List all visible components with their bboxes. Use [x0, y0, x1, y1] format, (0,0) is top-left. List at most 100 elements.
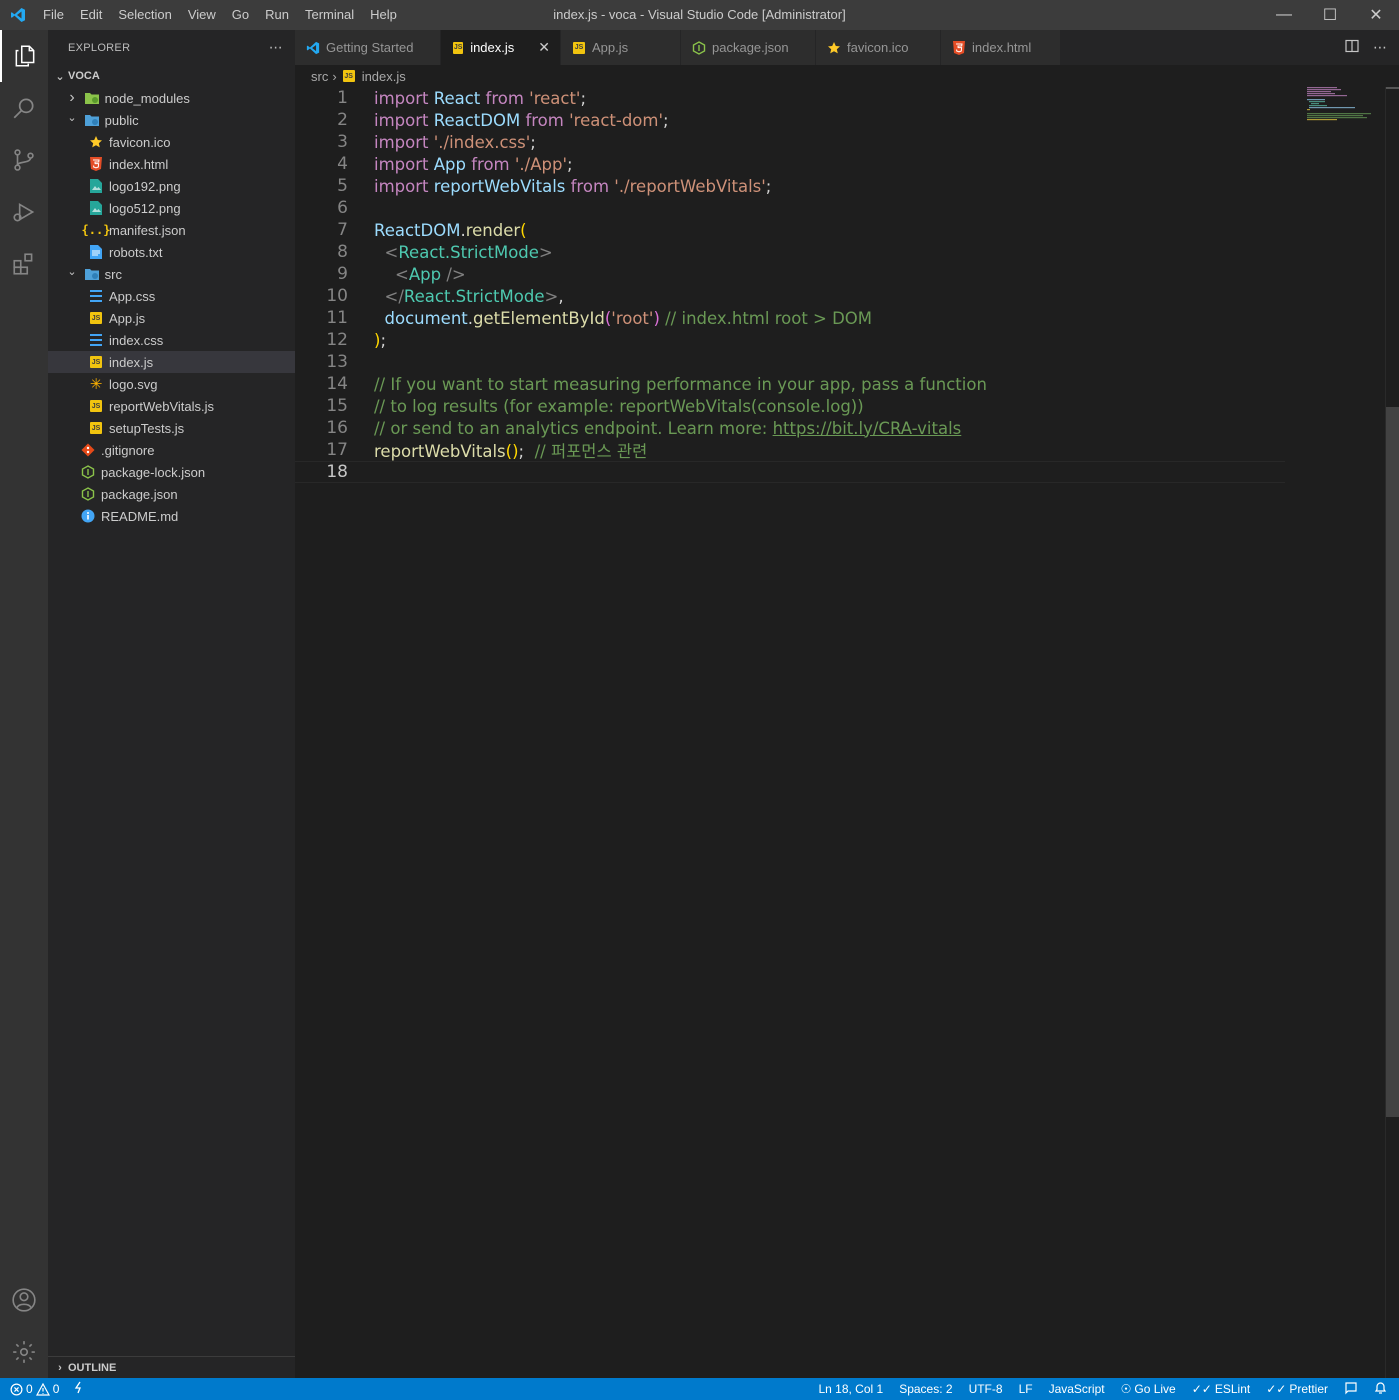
menu-item-edit[interactable]: Edit — [72, 0, 110, 30]
tree-folder[interactable]: › node_modules — [48, 87, 295, 109]
menu-item-view[interactable]: View — [180, 0, 224, 30]
tree-file[interactable]: JS reportWebVitals.js — [48, 395, 295, 417]
code-text: import './index.css'; — [348, 133, 536, 152]
tab-favicon-ico[interactable]: favicon.ico — [816, 30, 941, 65]
code-token: from — [525, 110, 564, 130]
eslint-status[interactable]: ✓✓ ESLint — [1192, 1382, 1250, 1396]
css-file-icon — [88, 288, 104, 304]
vertical-scrollbar[interactable] — [1385, 87, 1399, 1378]
text-file-icon — [88, 244, 104, 260]
code-token: import — [374, 176, 429, 196]
split-editor-icon[interactable] — [1345, 39, 1359, 56]
code-token: './App' — [514, 154, 568, 174]
tree-file[interactable]: JS index.js — [48, 351, 295, 373]
breadcrumb-file[interactable]: index.js — [362, 69, 406, 84]
tree-item-label: index.css — [109, 332, 164, 348]
outline-section[interactable]: › OUTLINE — [48, 1356, 295, 1378]
code-token: ; — [765, 176, 772, 196]
cursor-position[interactable]: Ln 18, Col 1 — [818, 1382, 883, 1396]
code-line: 18 — [295, 461, 1285, 483]
code-text: // to log results (for example: reportWe… — [348, 397, 864, 416]
more-actions-icon[interactable]: ⋯ — [269, 39, 283, 56]
explorer-icon[interactable] — [0, 30, 48, 82]
tree-file[interactable]: App.css — [48, 285, 295, 307]
code-line: 5 import reportWebVitals from './reportWe… — [295, 175, 1285, 197]
warning-count: 0 — [52, 1382, 60, 1396]
double-check-icon: ✓✓ — [1266, 1382, 1287, 1396]
language-mode[interactable]: JavaScript — [1049, 1382, 1105, 1396]
account-icon[interactable] — [0, 1274, 48, 1326]
tree-file[interactable]: ✳ logo.svg — [48, 373, 295, 395]
encoding[interactable]: UTF-8 — [969, 1382, 1003, 1396]
menu-item-help[interactable]: Help — [362, 0, 405, 30]
tree-file[interactable]: README.md — [48, 505, 295, 527]
tab-label: package.json — [712, 40, 789, 55]
code-token: React.StrictMode — [398, 242, 539, 262]
code-token: , — [558, 286, 564, 306]
tree-file[interactable]: package-lock.json — [48, 461, 295, 483]
tree-file[interactable]: {..} manifest.json — [48, 219, 295, 241]
line-number: 17 — [326, 440, 348, 460]
editor-more-icon[interactable]: ⋯ — [1373, 39, 1387, 56]
tree-file[interactable]: index.css — [48, 329, 295, 351]
run-debug-icon[interactable] — [0, 186, 48, 238]
tree-item-label: index.js — [109, 354, 154, 370]
code-line: 12); — [295, 329, 1285, 351]
tree-item-label: robots.txt — [109, 244, 163, 260]
manage-gear-icon[interactable] — [0, 1326, 48, 1378]
minimize-button[interactable]: — — [1261, 0, 1307, 30]
code-editor[interactable]: 1 import React from 'react'; 2 import React… — [295, 87, 1285, 483]
code-text: <App /> — [348, 265, 466, 284]
tree-file[interactable]: favicon.ico — [48, 131, 295, 153]
maximize-button[interactable]: ☐ — [1307, 0, 1353, 30]
breadcrumb: src › JS index.js — [295, 65, 1399, 87]
code-link[interactable]: https://bit.ly/CRA-vitals — [773, 419, 962, 438]
tree-item-label: package.json — [101, 486, 178, 502]
tab-app-js[interactable]: JS App.js — [561, 30, 681, 65]
tree-file[interactable]: robots.txt — [48, 241, 295, 263]
menu-item-selection[interactable]: Selection — [110, 0, 179, 30]
prettier-status[interactable]: ✓✓ Prettier — [1266, 1382, 1328, 1396]
menu-item-go[interactable]: Go — [224, 0, 257, 30]
source-control-icon[interactable] — [0, 134, 48, 186]
css-file-icon — [88, 332, 104, 348]
breadcrumb-folder[interactable]: src — [311, 69, 328, 84]
indentation[interactable]: Spaces: 2 — [899, 1382, 952, 1396]
scrollbar-thumb[interactable] — [1386, 407, 1399, 1117]
menu-item-terminal[interactable]: Terminal — [297, 0, 362, 30]
line-number: 7 — [337, 220, 348, 240]
notifications-bell-icon[interactable] — [1374, 1381, 1387, 1398]
tab-label: index.html — [972, 40, 1032, 55]
tab-index-js[interactable]: JS index.js ✕ — [441, 30, 561, 65]
tree-item-label: manifest.json — [109, 222, 186, 238]
close-window-button[interactable]: ✕ — [1353, 0, 1399, 30]
close-icon[interactable]: ✕ — [538, 39, 550, 56]
line-ending[interactable]: LF — [1019, 1382, 1033, 1396]
line-number: 10 — [326, 286, 348, 306]
tree-file[interactable]: package.json — [48, 483, 295, 505]
tab-index-html[interactable]: index.html — [941, 30, 1061, 65]
search-icon[interactable] — [0, 82, 48, 134]
tree-folder[interactable]: ⌄ src — [48, 263, 295, 285]
tree-file[interactable]: .gitignore — [48, 439, 295, 461]
go-live-button[interactable]: ☉ Go Live — [1121, 1382, 1176, 1396]
tab-getting-started[interactable]: Getting Started — [295, 30, 441, 65]
menu-item-run[interactable]: Run — [257, 0, 297, 30]
live-share-icon[interactable] — [73, 1381, 85, 1397]
feedback-icon[interactable] — [1344, 1381, 1358, 1398]
project-root[interactable]: ⌄ VOCA — [48, 65, 295, 87]
line-number: 6 — [337, 198, 348, 218]
tree-file[interactable]: index.html — [48, 153, 295, 175]
problems-indicator[interactable]: 0 0 — [10, 1382, 59, 1396]
minimap[interactable] — [1307, 87, 1385, 127]
code-token: // to log results (for example: reportWe… — [374, 396, 864, 416]
tree-file[interactable]: logo512.png — [48, 197, 295, 219]
tree-folder[interactable]: ⌄ public — [48, 109, 295, 131]
code-line: 3 import './index.css'; — [295, 131, 1285, 153]
tree-file[interactable]: JS App.js — [48, 307, 295, 329]
menu-item-file[interactable]: File — [35, 0, 72, 30]
tree-file[interactable]: JS setupTests.js — [48, 417, 295, 439]
tree-file[interactable]: logo192.png — [48, 175, 295, 197]
tab-package-json[interactable]: package.json — [681, 30, 816, 65]
extensions-icon[interactable] — [0, 238, 48, 290]
